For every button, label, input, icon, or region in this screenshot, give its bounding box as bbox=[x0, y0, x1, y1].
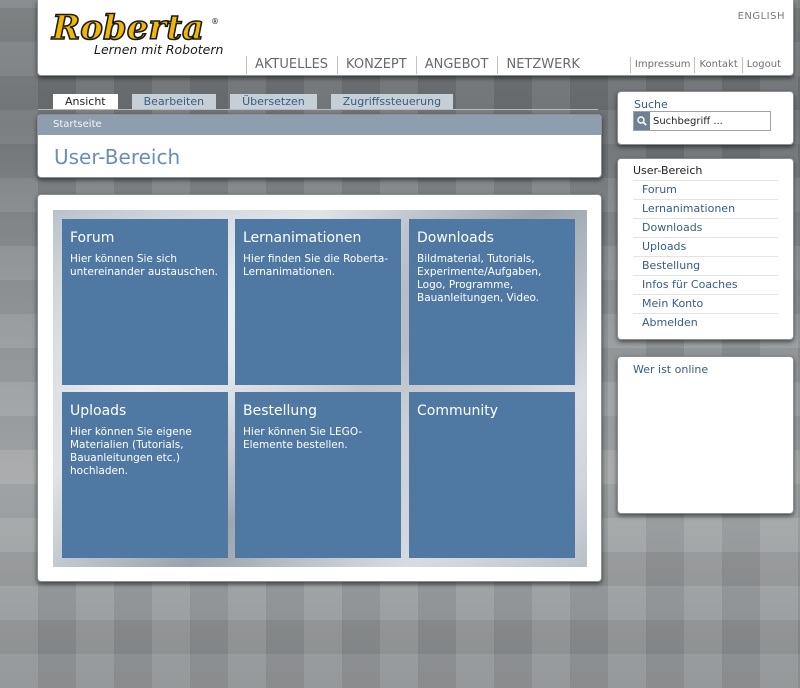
nav-angebot[interactable]: ANGEBOT bbox=[415, 56, 497, 74]
who-is-online-panel: Wer ist online bbox=[617, 356, 794, 514]
user-area-panel: User-Bereich Forum Lernanimationen Downl… bbox=[617, 158, 794, 340]
search-panel: Suche bbox=[617, 91, 794, 145]
tile-downloads[interactable]: Downloads Bildmaterial, Tutorials, Exper… bbox=[409, 219, 575, 385]
tile-title: Forum bbox=[70, 230, 115, 246]
roberta-logo[interactable]: Roberta ® Lernen mit Robotern bbox=[50, 6, 250, 58]
site-header: Roberta ® Lernen mit Robotern ENGLISH AK… bbox=[37, 0, 794, 76]
nav-netzwerk[interactable]: NETZWERK bbox=[497, 56, 587, 74]
tab-divider bbox=[38, 109, 598, 110]
tile-description: Bildmaterial, Tutorials, Experimente/Auf… bbox=[417, 253, 542, 304]
svg-text:®: ® bbox=[211, 17, 219, 26]
breadcrumb-home-link[interactable]: Startseite bbox=[53, 119, 102, 130]
user-menu-forum[interactable]: Forum bbox=[633, 180, 778, 199]
user-menu-mein-konto[interactable]: Mein Konto bbox=[633, 294, 778, 313]
tab-zugriffssteuerung[interactable]: Zugriffssteuerung bbox=[330, 94, 454, 109]
tile-uploads[interactable]: Uploads Hier können Sie eigene Materiali… bbox=[62, 392, 228, 558]
language-link-english[interactable]: ENGLISH bbox=[738, 11, 785, 22]
nav-konzept[interactable]: KONZEPT bbox=[337, 56, 415, 74]
tile-title: Community bbox=[417, 403, 499, 419]
user-menu-bestellung[interactable]: Bestellung bbox=[633, 256, 778, 275]
kontakt-link[interactable]: Kontakt bbox=[694, 57, 741, 73]
tile-description: Hier finden Sie die Roberta-Lernanimatio… bbox=[243, 253, 389, 278]
breadcrumb: Startseite bbox=[38, 115, 601, 135]
logout-link[interactable]: Logout bbox=[741, 57, 785, 73]
user-area-menu: Forum Lernanimationen Downloads Uploads … bbox=[633, 180, 778, 332]
content-panel: Forum Hier können Sie sich untereinander… bbox=[37, 194, 602, 582]
page-title: User-Bereich bbox=[54, 145, 181, 169]
tile-description: Hier können Sie eigene Materialien (Tuto… bbox=[70, 426, 192, 477]
tile-forum[interactable]: Forum Hier können Sie sich untereinander… bbox=[62, 219, 228, 385]
tile-grid: Forum Hier können Sie sich untereinander… bbox=[53, 210, 587, 567]
user-area-heading: User-Bereich bbox=[633, 164, 703, 177]
tile-title: Uploads bbox=[70, 403, 127, 419]
search-heading: Suche bbox=[634, 98, 668, 111]
search-input[interactable] bbox=[650, 115, 768, 127]
tile-lernanimationen[interactable]: Lernanimationen Hier finden Sie die Robe… bbox=[235, 219, 401, 385]
tile-title: Lernanimationen bbox=[243, 230, 362, 246]
tile-title: Bestellung bbox=[243, 403, 318, 419]
tab-bearbeiten[interactable]: Bearbeiten bbox=[131, 94, 217, 109]
tab-ansicht[interactable]: Ansicht bbox=[53, 94, 118, 109]
user-menu-uploads[interactable]: Uploads bbox=[633, 237, 778, 256]
page-tabs: Ansicht Bearbeiten Übersetzen Zugriffsst… bbox=[53, 94, 467, 109]
tile-description: Hier können Sie sich untereinander austa… bbox=[70, 253, 218, 278]
user-menu-lernanimationen[interactable]: Lernanimationen bbox=[633, 199, 778, 218]
tile-community[interactable]: Community bbox=[409, 392, 575, 558]
search-box bbox=[633, 111, 771, 131]
tile-description: Hier können Sie LEGO-Elemente bestellen. bbox=[243, 426, 363, 451]
tab-uebersetzen[interactable]: Übersetzen bbox=[230, 94, 317, 109]
search-icon[interactable] bbox=[634, 112, 650, 130]
impressum-link[interactable]: Impressum bbox=[629, 57, 695, 73]
user-menu-infos-fuer-coaches[interactable]: Infos für Coaches bbox=[633, 275, 778, 294]
user-menu-downloads[interactable]: Downloads bbox=[633, 218, 778, 237]
logo-tagline: Lernen mit Robotern bbox=[94, 42, 223, 57]
title-panel: Startseite User-Bereich bbox=[37, 114, 602, 178]
meta-navigation: Impressum Kontakt Logout bbox=[629, 57, 785, 73]
who-is-online-heading: Wer ist online bbox=[633, 363, 709, 376]
main-navigation: AKTUELLES KONZEPT ANGEBOT NETZWERK bbox=[246, 56, 589, 74]
tile-bestellung[interactable]: Bestellung Hier können Sie LEGO-Elemente… bbox=[235, 392, 401, 558]
user-menu-abmelden[interactable]: Abmelden bbox=[633, 313, 778, 332]
nav-aktuelles[interactable]: AKTUELLES bbox=[246, 56, 336, 74]
tile-title: Downloads bbox=[417, 230, 494, 246]
